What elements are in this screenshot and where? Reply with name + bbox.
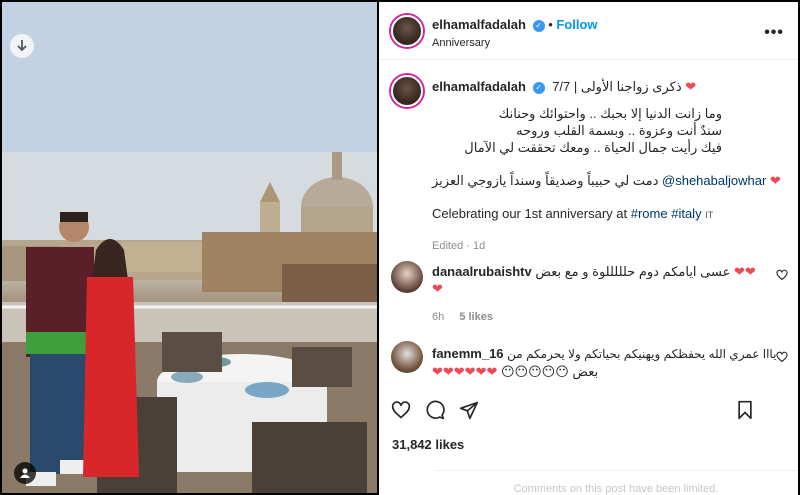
comment-body: danaalrubaishtv عسى ايامكم دوم حلللللوة …	[432, 263, 756, 323]
verified-badge-icon: ✓	[532, 81, 545, 94]
caption-dedication: دمت لي حبيباً وصديقاً وسنداً يازوجي العز…	[432, 173, 659, 188]
heart-emoji-icon: ❤	[769, 173, 781, 188]
heart-emojis: ❤❤❤❤❤❤	[432, 364, 498, 379]
post-header: elhamalfadalah ✓ • Follow Anniversary ••…	[379, 2, 798, 60]
comment-time[interactable]: 6h	[432, 311, 444, 323]
likes-count[interactable]: 31,842 likes	[392, 437, 464, 452]
bookmark-icon	[738, 400, 752, 420]
heart-outline-icon	[391, 401, 411, 419]
heart-outline-icon	[776, 269, 788, 281]
caption-meta: Edited · 1d	[432, 240, 486, 252]
comments-limited-notice: Comments on this post have been limited.	[434, 470, 798, 495]
post-caption: elhamalfadalah ✓ ذكرى زواجنا الأولى | 7/…	[379, 61, 798, 252]
heart-emoji-icon: ❤	[685, 79, 697, 94]
caption-body: elhamalfadalah ✓ ذكرى زواجنا الأولى | 7/…	[432, 78, 781, 252]
like-button[interactable]	[391, 400, 411, 420]
comment-body: fanemm_16 يااا عمري الله يحفظكم ويهنيكم …	[432, 345, 776, 380]
paper-plane-icon	[459, 401, 479, 420]
caption-title: ذكرى زواجنا الأولى | 7/7	[552, 79, 682, 94]
post-location[interactable]: Anniversary	[432, 37, 598, 49]
commenter-avatar[interactable]	[391, 341, 423, 373]
caption-english-text: Celebrating our 1st anniversary at	[432, 206, 628, 221]
comment-text-2: بعض	[572, 364, 599, 379]
comment-text: يااا عمري الله يحفظكم ويهنيكم بحياتكم ول…	[507, 347, 777, 361]
italy-flag-icon: IT	[705, 210, 714, 220]
commenter-avatar[interactable]	[391, 261, 423, 293]
comment-text: عسى ايامكم دوم حلللللوة و مع بعض	[535, 264, 731, 279]
caption-mention-line: دمت لي حبيباً وصديقاً وسنداً يازوجي العز…	[432, 172, 781, 189]
hashtag-rome[interactable]: #rome	[631, 206, 668, 221]
caption-author-avatar[interactable]	[391, 75, 423, 107]
caption-line-3: فيك رأيت جمال الحياة .. ومعك تحققت لي ال…	[464, 140, 722, 155]
user-tag-icon	[20, 468, 30, 478]
more-options-button[interactable]: •••	[764, 24, 784, 42]
comment-bubble-icon	[426, 400, 445, 420]
hashtag-italy[interactable]: #italy	[671, 206, 701, 221]
post-photo[interactable]	[2, 2, 377, 493]
rome-rooftop-scene	[2, 2, 377, 493]
comment-likes[interactable]: 5 likes	[459, 311, 493, 323]
save-post-button[interactable]	[736, 400, 754, 420]
post-details-panel: elhamalfadalah ✓ • Follow Anniversary ••…	[379, 2, 798, 495]
heart-emojis: ❤❤	[733, 264, 756, 279]
comment-username[interactable]: danaalrubaishtv	[432, 264, 532, 279]
author-avatar[interactable]	[391, 15, 423, 47]
mention-link[interactable]: @shehabaljowhar	[662, 173, 766, 188]
share-button[interactable]	[459, 400, 479, 420]
caption-english-line: Celebrating our 1st anniversary at #rome…	[432, 205, 752, 224]
post-modal: elhamalfadalah ✓ • Follow Anniversary ••…	[0, 0, 800, 495]
comment-like-button[interactable]	[776, 269, 788, 281]
download-arrow-icon	[17, 40, 27, 52]
caption-line-1: وما زانت الدنيا إلا بحبك .. واحتوائك وحن…	[498, 106, 722, 121]
comment-like-button[interactable]	[776, 351, 788, 363]
caption-username[interactable]: elhamalfadalah	[432, 79, 526, 94]
comment-username[interactable]: fanemm_16	[432, 346, 504, 361]
comment-button[interactable]	[425, 400, 445, 420]
heart-emoji-line: ❤	[432, 281, 443, 296]
author-username[interactable]: elhamalfadalah	[432, 17, 526, 32]
verified-badge-icon: ✓	[532, 19, 545, 32]
smiley-emojis: 😶😶😶😶😶	[500, 364, 569, 379]
comment-item: danaalrubaishtv عسى ايامكم دوم حلللللوة …	[379, 257, 798, 327]
download-button[interactable]	[10, 34, 34, 58]
follow-button[interactable]: Follow	[556, 17, 597, 32]
post-actions	[379, 392, 798, 424]
heart-outline-icon	[776, 351, 788, 363]
comment-item: fanemm_16 يااا عمري الله يحفظكم ويهنيكم …	[379, 339, 798, 389]
caption-line-2: سندٌ أنت وعزوة .. وبسمة القلب وروحه	[516, 123, 722, 138]
author-block: elhamalfadalah ✓ • Follow Anniversary	[432, 17, 598, 49]
tagged-users-button[interactable]	[14, 462, 36, 484]
